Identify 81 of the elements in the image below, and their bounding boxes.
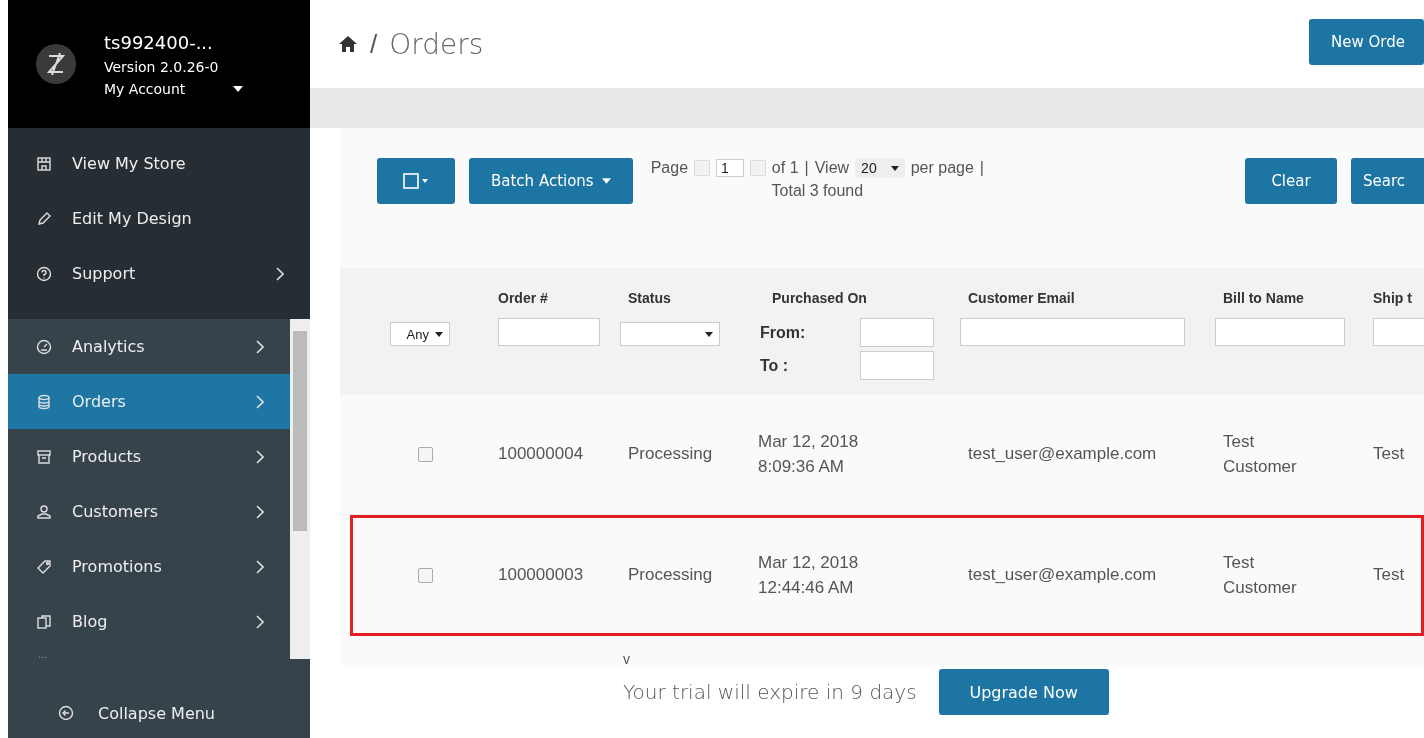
status-select[interactable] <box>620 322 720 346</box>
sidebar-item[interactable]: Orders <box>8 374 291 429</box>
home-icon[interactable] <box>338 35 358 53</box>
table-cell-text: test_user@example.com <box>967 444 1158 464</box>
tag-icon <box>36 558 52 575</box>
search-button[interactable]: Searc <box>1351 158 1424 204</box>
upgrade-now-button[interactable]: Upgrade Now <box>938 669 1109 715</box>
store-name: ts992400-... <box>104 31 214 53</box>
per-page-select[interactable]: 20 <box>855 158 905 178</box>
caret-icon <box>435 331 443 337</box>
expand-toggle[interactable]: v <box>623 651 635 667</box>
view-label: View <box>814 159 850 177</box>
caret-icon <box>601 178 611 184</box>
name-filter-field[interactable] <box>1215 318 1345 346</box>
column-header: Bill to Name <box>1222 290 1305 306</box>
column-header: Purchased On <box>771 290 868 306</box>
batch-actions-button[interactable]: Batch Actions <box>469 158 633 204</box>
sidebar-item[interactable]: Support <box>8 246 310 301</box>
page-label: Page <box>650 159 689 177</box>
column-header: Ship t <box>1372 290 1413 306</box>
separator: | <box>804 159 809 177</box>
row-checkbox[interactable] <box>418 567 433 583</box>
sidebar-item[interactable]: View My Store <box>8 136 310 191</box>
table-cell-text: Mar 12, 2018 8:09:36 AM <box>757 430 860 478</box>
database-icon <box>36 393 52 410</box>
page-field[interactable]: 1 <box>716 159 744 177</box>
per-page-label: per page <box>910 159 974 177</box>
user-icon <box>36 503 52 520</box>
next-page-button[interactable] <box>749 160 766 176</box>
column-header: Customer Email <box>967 290 1076 306</box>
new-order-button[interactable]: New Orde <box>1309 19 1424 65</box>
table-cell-text: 100000004 <box>497 444 585 464</box>
logo-icon <box>36 44 76 84</box>
from-label: From: <box>760 323 807 342</box>
order-filter-field[interactable] <box>498 318 600 346</box>
email-filter-field[interactable] <box>960 318 1185 346</box>
column-header: Order # <box>497 290 549 306</box>
sidebar-item[interactable]: Products <box>8 429 291 484</box>
caret-icon <box>705 331 713 337</box>
pencil-icon <box>36 210 52 227</box>
table-cell-text: Processing <box>627 565 714 585</box>
checkbox-caret-icon <box>403 173 429 189</box>
gauge-icon <box>36 338 52 355</box>
more-indicator: ... <box>37 649 49 662</box>
page-title: Orders <box>389 27 484 61</box>
store-icon <box>36 155 52 172</box>
trial-notice: Your trial will expire in 9 days <box>623 680 917 704</box>
breadcrumb-separator: / <box>370 28 378 60</box>
from-date-field[interactable] <box>860 318 934 347</box>
clear-button[interactable]: Clear <box>1245 158 1337 204</box>
sidebar-item[interactable]: Customers <box>8 484 291 539</box>
scrollbar[interactable] <box>290 319 310 659</box>
total-count: Total 3 found <box>771 182 864 200</box>
table-cell-text: Test Customer <box>1222 430 1298 478</box>
table-cell-text: Test <box>1372 444 1406 464</box>
caret-icon <box>233 85 244 92</box>
separator: | <box>979 159 984 177</box>
table-cell-text: Test Customer <box>1222 551 1298 599</box>
column-header: Status <box>627 290 672 306</box>
caret-icon <box>890 165 899 171</box>
table-cell-text: 100000003 <box>497 565 585 585</box>
to-date-field[interactable] <box>860 351 934 380</box>
sidebar-item[interactable]: Analytics <box>8 319 291 374</box>
row-checkbox[interactable] <box>418 446 433 462</box>
account-menu[interactable]: My Account <box>104 80 244 97</box>
version-label: Version 2.0.26-0 <box>104 58 220 75</box>
table-cell-text: test_user@example.com <box>967 565 1158 585</box>
table-cell-text: Test <box>1372 565 1406 585</box>
sidebar-item[interactable]: Promotions <box>8 539 291 594</box>
archive-icon <box>36 448 52 465</box>
any-select[interactable]: Any <box>390 322 450 346</box>
select-all-dropdown[interactable] <box>377 158 455 204</box>
table-cell-text: Mar 12, 2018 12:44:46 AM <box>757 551 860 599</box>
copy-icon <box>36 613 52 630</box>
to-label: To : <box>760 356 790 375</box>
previous-page-button[interactable] <box>694 160 711 176</box>
sidebar-item[interactable]: Edit My Design <box>8 191 310 246</box>
help-icon <box>36 265 52 282</box>
page-count: of 1 <box>771 159 799 177</box>
sidebar-item[interactable]: Blog <box>8 594 291 649</box>
table-cell-text: Processing <box>627 444 714 464</box>
